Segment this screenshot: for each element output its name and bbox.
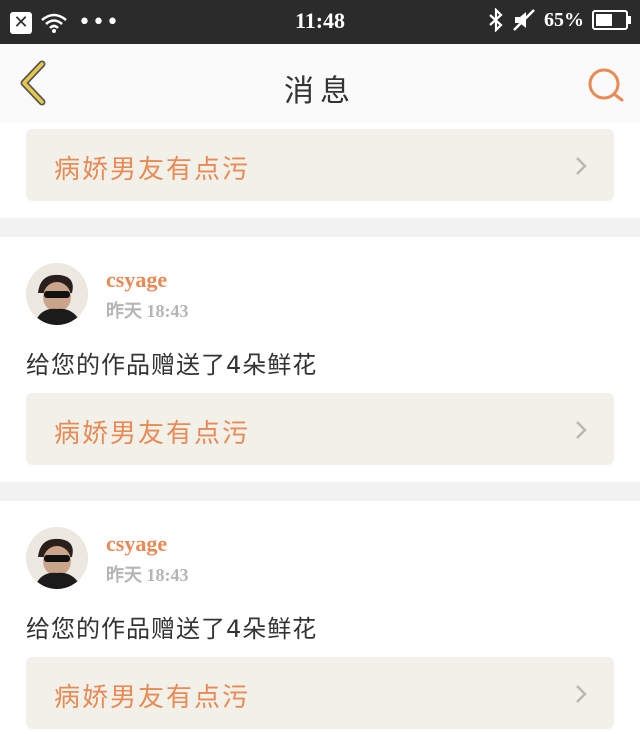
avatar-image <box>26 527 88 589</box>
message-text: 给您的作品赠送了4朵鲜花 <box>26 351 318 379</box>
message-item: csyage 昨天 18:43 给您的作品赠送了4朵鲜花 病娇男友有点污 <box>0 237 640 482</box>
timestamp: 昨天 18:43 <box>106 565 189 585</box>
username[interactable]: csyage <box>106 531 167 557</box>
avatar[interactable] <box>26 263 88 325</box>
battery-level <box>596 14 612 26</box>
work-card[interactable]: 病娇男友有点污 <box>26 393 614 465</box>
nav-bar: 消息 <box>0 44 640 123</box>
chevron-right-icon <box>576 685 587 703</box>
section-divider <box>0 482 640 501</box>
avatar[interactable] <box>26 527 88 589</box>
work-title: 病娇男友有点污 <box>54 683 251 713</box>
work-title: 病娇男友有点污 <box>54 155 251 185</box>
message-item: csyage 昨天 18:43 给您的作品赠送了4朵鲜花 病娇男友有点污 <box>0 501 640 734</box>
status-bar: ✕ ••• 11:48 65% <box>0 0 640 44</box>
chevron-right-icon <box>576 421 587 439</box>
work-card[interactable]: 病娇男友有点污 <box>26 129 614 201</box>
mute-icon <box>513 9 535 31</box>
message-item-partial: 病娇男友有点污 <box>0 122 640 218</box>
battery-icon <box>592 10 631 30</box>
bluetooth-icon <box>489 8 503 32</box>
timestamp: 昨天 18:43 <box>106 301 189 321</box>
page-title: 消息 <box>284 74 356 109</box>
battery-percent: 65% <box>544 8 584 31</box>
section-divider <box>0 218 640 237</box>
message-text: 给您的作品赠送了4朵鲜花 <box>26 615 318 643</box>
username[interactable]: csyage <box>106 267 167 293</box>
chevron-right-icon <box>576 157 587 175</box>
work-title: 病娇男友有点污 <box>54 419 251 449</box>
search-icon <box>588 68 624 102</box>
search-button[interactable] <box>586 66 626 106</box>
status-right: 65% <box>488 8 631 32</box>
avatar-image <box>26 263 88 325</box>
work-card[interactable]: 病娇男友有点污 <box>26 657 614 729</box>
